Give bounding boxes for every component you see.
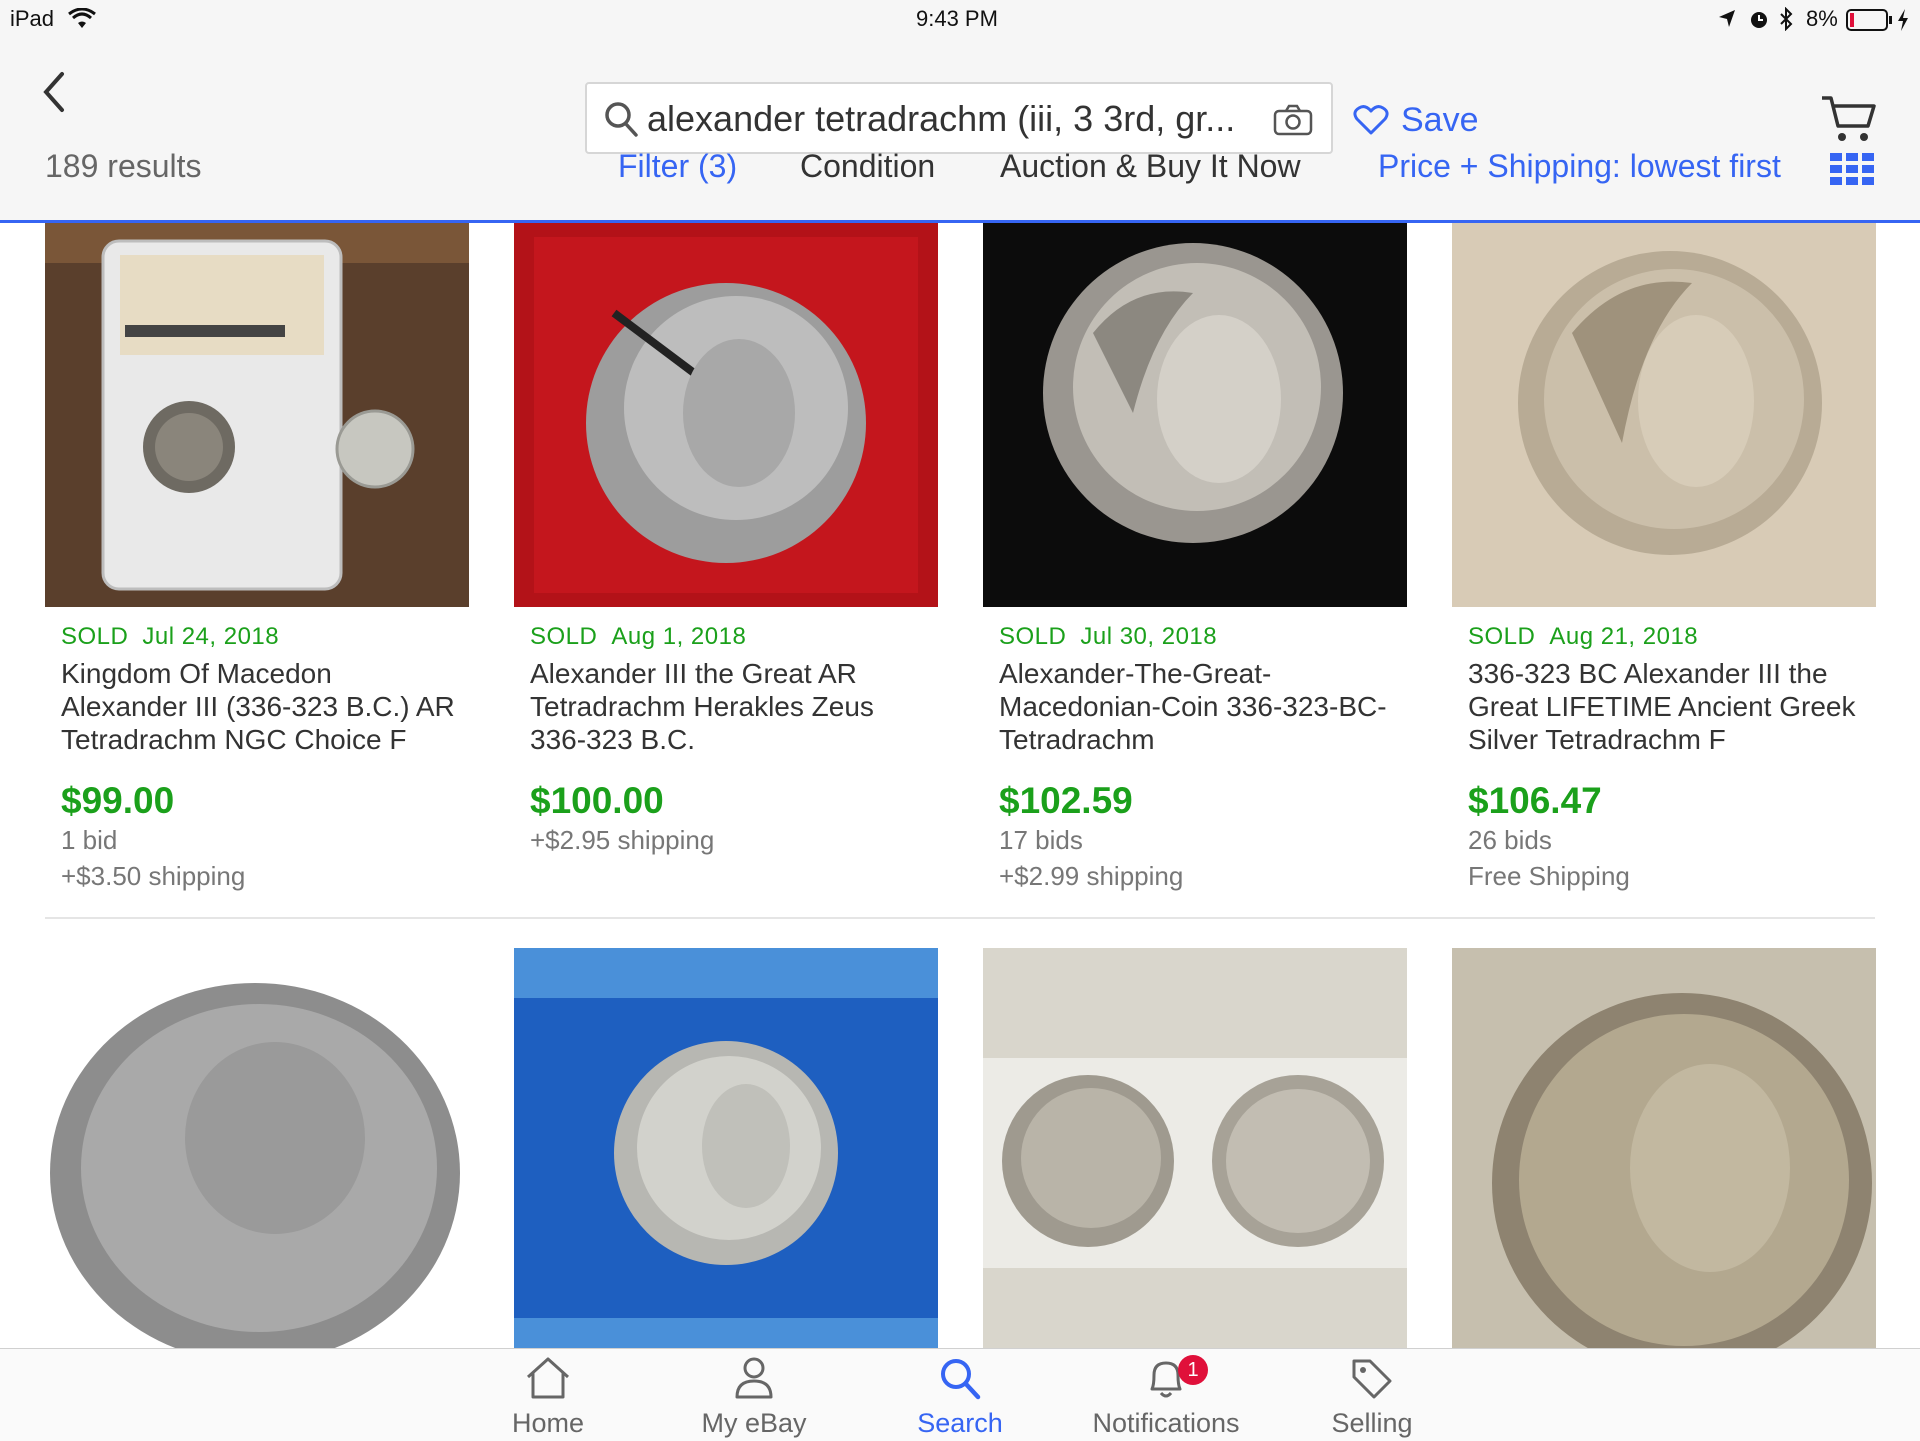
- listing-card[interactable]: [1452, 948, 1876, 1348]
- listing-price: $102.59: [999, 780, 1133, 821]
- tab-selling[interactable]: Selling: [1292, 1355, 1452, 1439]
- listing-title[interactable]: 336-323 BC Alexander III the Great LIFET…: [1468, 657, 1868, 756]
- search-query: alexander tetradrachm (iii, 3 3rd, gr...: [647, 98, 1236, 139]
- cart-button[interactable]: [1820, 92, 1880, 146]
- listing-title[interactable]: Kingdom Of Macedon Alexander III (336-32…: [61, 657, 461, 756]
- listing-bids: 17 bids: [999, 825, 1083, 855]
- sold-label: SOLD: [530, 623, 598, 650]
- person-icon: [735, 1357, 773, 1399]
- sort-button[interactable]: Price + Shipping: lowest first: [1378, 148, 1781, 185]
- sold-label: SOLD: [1468, 623, 1536, 650]
- battery-percent: 8%: [1806, 6, 1838, 31]
- results-count: 189 results: [45, 148, 202, 184]
- listing-image[interactable]: [1452, 223, 1876, 607]
- charging-icon: [1896, 8, 1910, 37]
- listing-shipping: +$2.99 shipping: [999, 861, 1184, 891]
- search-icon: [941, 1359, 981, 1400]
- tab-home[interactable]: Home: [468, 1355, 628, 1439]
- tab-my-ebay-label: My eBay: [701, 1408, 807, 1438]
- device-name: iPad: [10, 6, 55, 31]
- listing-card[interactable]: [45, 948, 469, 1348]
- sold-date: Jul 30, 2018: [1080, 623, 1218, 650]
- battery-icon: [1846, 9, 1894, 36]
- tab-search[interactable]: Search: [880, 1355, 1040, 1439]
- listing-price: $100.00: [530, 780, 664, 821]
- status-time: 9:43 PM: [916, 6, 998, 31]
- back-button[interactable]: [32, 62, 76, 122]
- sold-date: Jul 24, 2018: [142, 623, 280, 650]
- listing-title[interactable]: Alexander III the Great AR Tetradrachm H…: [530, 657, 930, 756]
- row-divider: [45, 917, 1875, 919]
- listing-shipping: +$2.95 shipping: [530, 825, 715, 855]
- listing-bids: 26 bids: [1468, 825, 1552, 855]
- sold-label: SOLD: [61, 623, 129, 650]
- save-search-button[interactable]: Save: [1353, 95, 1479, 145]
- listing-title[interactable]: Alexander-The-Great-Macedonian-Coin 336-…: [999, 657, 1399, 756]
- wifi-icon: [68, 7, 96, 35]
- grid-view-icon[interactable]: [1830, 153, 1874, 185]
- heart-icon: [1353, 105, 1389, 135]
- camera-icon[interactable]: [1273, 104, 1313, 141]
- tag-icon: [1352, 1359, 1392, 1399]
- listing-image[interactable]: [514, 223, 938, 607]
- sold-date: Aug 21, 2018: [1549, 623, 1699, 650]
- listing-price: $99.00: [61, 780, 175, 821]
- alarm-icon: [1748, 8, 1770, 35]
- location-icon: [1718, 9, 1736, 34]
- notification-badge: 1: [1178, 1355, 1208, 1385]
- search-icon: [603, 100, 639, 143]
- listing-card[interactable]: [983, 948, 1407, 1348]
- sold-label: SOLD: [999, 623, 1067, 650]
- listing-image[interactable]: [45, 223, 469, 607]
- listing-card[interactable]: [514, 948, 938, 1348]
- status-bar: iPad 9:43 PM 8%: [0, 0, 1920, 40]
- tab-notifications-label: Notifications: [1092, 1408, 1240, 1438]
- listing-image[interactable]: [45, 948, 469, 1348]
- cart-icon: [1822, 96, 1876, 141]
- listing-image[interactable]: [1452, 948, 1876, 1348]
- tab-my-ebay[interactable]: My eBay: [674, 1355, 834, 1439]
- listing-shipping: +$3.50 shipping: [61, 861, 246, 891]
- listing-image[interactable]: [983, 223, 1407, 607]
- tab-selling-label: Selling: [1331, 1408, 1413, 1438]
- listing-price: $106.47: [1468, 780, 1602, 821]
- bottom-tab-bar: Home My eBay Search 1 Notifications Sell…: [0, 1348, 1920, 1441]
- format-filter[interactable]: Auction & Buy It Now: [1000, 148, 1301, 185]
- bluetooth-icon: [1778, 6, 1794, 36]
- listing-shipping: Free Shipping: [1468, 861, 1630, 891]
- listing-bids: 1 bid: [61, 825, 118, 855]
- search-input[interactable]: alexander tetradrachm (iii, 3 3rd, gr...: [585, 82, 1333, 154]
- sold-date: Aug 1, 2018: [611, 623, 747, 650]
- home-icon: [526, 1357, 570, 1399]
- condition-filter[interactable]: Condition: [800, 148, 935, 185]
- tab-home-label: Home: [511, 1408, 585, 1438]
- listing-image[interactable]: [983, 948, 1407, 1348]
- top-navigation: alexander tetradrachm (iii, 3 3rd, gr...…: [0, 40, 1920, 223]
- chevron-left-icon: [43, 72, 64, 112]
- tab-search-label: Search: [917, 1408, 1003, 1438]
- tab-notifications[interactable]: 1 Notifications: [1086, 1355, 1246, 1439]
- listing-image[interactable]: [514, 948, 938, 1348]
- save-label: Save: [1401, 100, 1479, 139]
- filter-button[interactable]: Filter (3): [618, 148, 737, 185]
